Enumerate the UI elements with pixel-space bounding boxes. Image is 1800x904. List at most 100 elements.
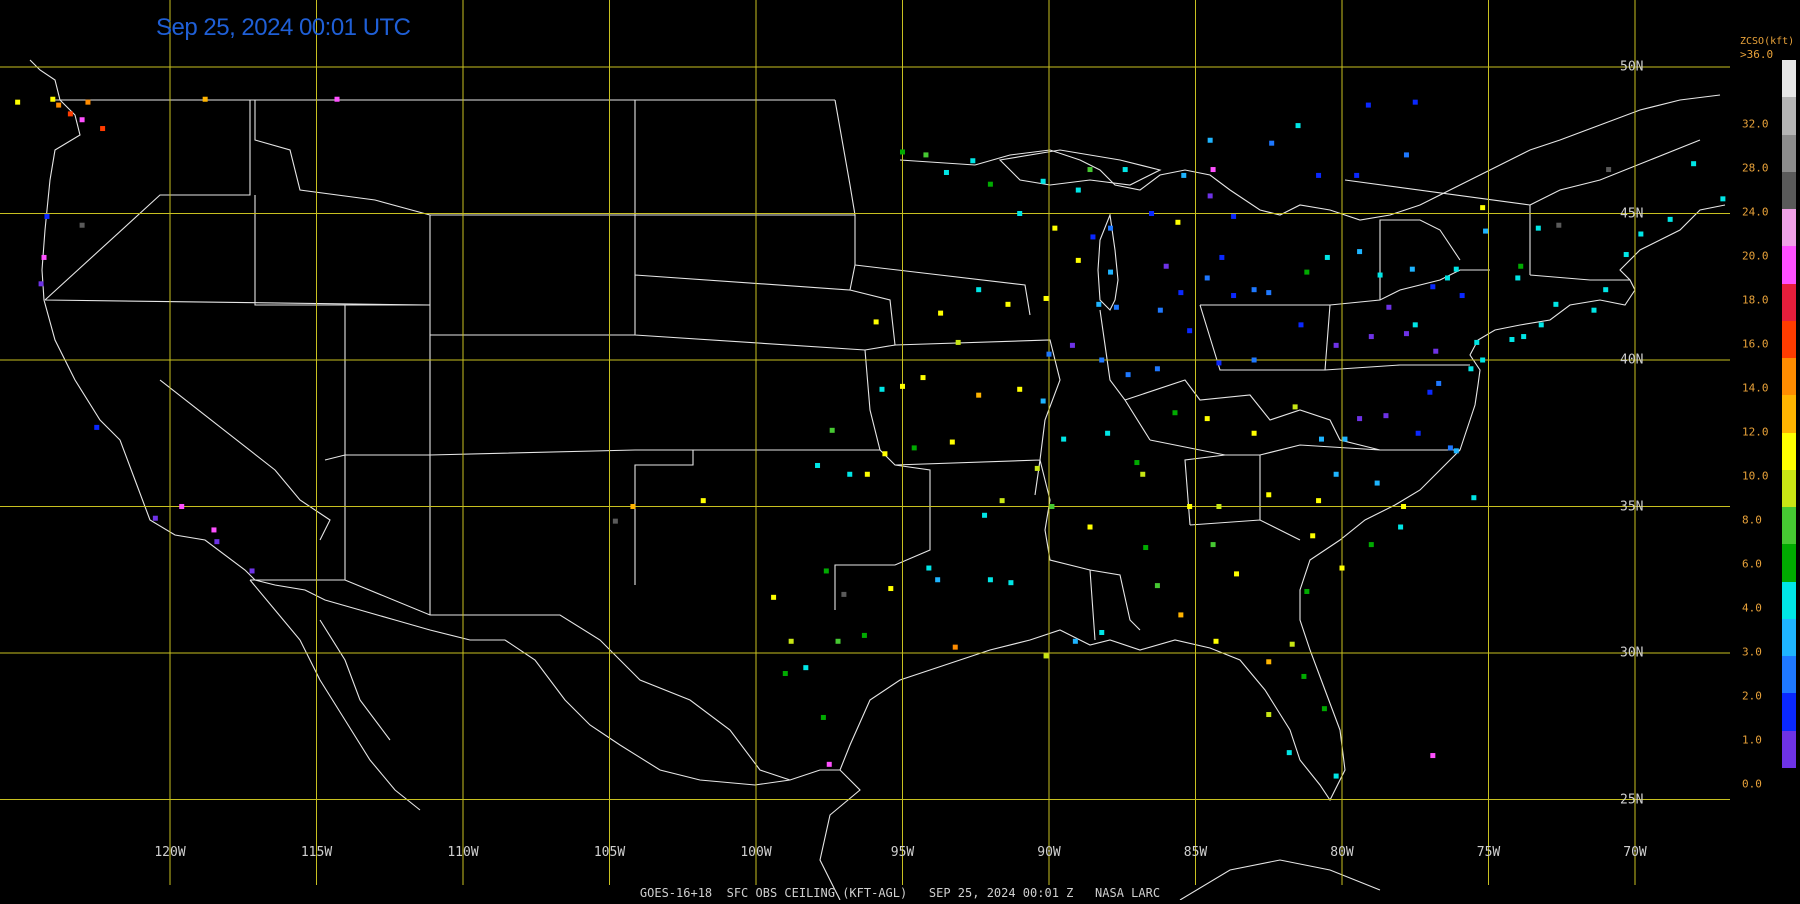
observation-marker — [1603, 287, 1609, 293]
longitude-label: 75W — [1476, 845, 1501, 860]
observation-marker — [1459, 293, 1465, 299]
observation-marker — [1178, 612, 1184, 618]
observation-marker — [1401, 504, 1407, 509]
observation-marker — [1333, 773, 1339, 779]
legend-color-segment — [1782, 618, 1796, 656]
observation-marker — [1310, 533, 1316, 539]
observation-marker — [41, 254, 47, 260]
observation-marker — [1216, 504, 1222, 509]
observation-marker — [782, 671, 788, 677]
observation-marker — [823, 568, 829, 574]
observation-marker — [1474, 339, 1480, 345]
observation-marker — [1444, 275, 1450, 281]
observation-marker — [1269, 140, 1275, 146]
observation-marker — [1412, 322, 1418, 328]
observation-marker — [920, 375, 926, 381]
observation-marker — [1143, 545, 1149, 551]
legend-tick-label: 6.0 — [1742, 557, 1762, 571]
observation-marker — [882, 451, 888, 457]
observation-marker — [1017, 211, 1023, 216]
gulf-coastline — [839, 204, 1726, 802]
observation-marker — [1720, 196, 1726, 202]
observation-marker — [987, 577, 993, 583]
lake-michigan — [1097, 212, 1119, 311]
observation-marker — [873, 319, 879, 325]
state-borders — [44, 99, 1630, 641]
observation-marker — [1231, 293, 1237, 299]
map-stage: Sep 25, 2024 00:01 UTC 120W 115W 110W 105W 1… — [0, 0, 1800, 901]
legend-tick-label: 20.0 — [1742, 249, 1769, 263]
observation-marker — [943, 169, 949, 175]
observation-marker — [1383, 413, 1389, 419]
ceiling-observations — [15, 96, 1726, 779]
observation-marker — [1231, 213, 1237, 219]
observation-marker — [1008, 580, 1014, 586]
observation-marker — [864, 471, 870, 477]
observation-marker — [879, 386, 885, 392]
observation-marker — [1368, 334, 1374, 340]
observation-marker — [38, 281, 44, 287]
observation-marker — [1157, 307, 1163, 313]
observation-marker — [803, 665, 809, 671]
observation-marker — [1377, 272, 1383, 278]
observation-marker — [999, 498, 1005, 504]
observation-marker — [334, 96, 340, 102]
legend-title: ZCSO(kft) — [1740, 36, 1795, 47]
legend-tick-label: 24.0 — [1742, 205, 1769, 219]
observation-marker — [1075, 257, 1081, 263]
observation-marker — [1090, 234, 1096, 240]
observation-marker — [952, 644, 958, 650]
observation-marker — [1538, 322, 1544, 328]
observation-marker — [1125, 372, 1131, 378]
legend-color-segment — [1782, 507, 1796, 545]
observation-marker — [829, 427, 835, 433]
ceiling-map — [0, 0, 1730, 901]
observation-marker — [1096, 301, 1102, 307]
observation-marker — [949, 439, 955, 445]
observation-marker — [1234, 571, 1240, 577]
observation-marker — [1108, 225, 1114, 231]
observation-marker — [861, 632, 867, 638]
observation-marker — [1430, 753, 1436, 759]
observation-marker — [1175, 219, 1181, 225]
observation-marker — [15, 99, 21, 105]
observation-marker — [1043, 653, 1049, 659]
legend-color-segment — [1782, 171, 1796, 209]
observation-marker — [1187, 328, 1193, 334]
legend-color-segment — [1782, 60, 1796, 98]
observation-marker — [1207, 137, 1213, 143]
observation-marker — [1181, 172, 1187, 178]
observation-marker — [1398, 524, 1404, 530]
observation-marker — [1471, 495, 1477, 501]
observation-marker — [1049, 504, 1055, 509]
observation-marker — [1040, 398, 1046, 404]
observation-marker — [1099, 629, 1105, 635]
observation-marker — [923, 152, 929, 158]
observation-marker — [771, 594, 777, 600]
legend-tick-label: 10.0 — [1742, 469, 1769, 483]
observation-marker — [1075, 187, 1081, 193]
observation-marker — [700, 498, 706, 504]
observation-marker — [1318, 436, 1324, 442]
observation-marker — [1412, 99, 1418, 105]
observation-marker — [987, 181, 993, 187]
observation-marker — [976, 287, 982, 293]
observation-marker — [938, 310, 944, 316]
legend-tick-label: 4.0 — [1742, 601, 1762, 615]
lat-lon-grid — [0, 0, 1730, 885]
observation-marker — [1017, 386, 1023, 392]
observation-marker — [1266, 712, 1272, 718]
observation-marker — [100, 126, 106, 132]
observation-marker — [1213, 638, 1219, 644]
observation-marker — [1324, 254, 1330, 260]
observation-marker — [1403, 331, 1409, 337]
legend-tick-label: 28.0 — [1742, 161, 1769, 175]
observation-marker — [1483, 228, 1489, 234]
observation-marker — [1535, 225, 1541, 231]
legend-color-segment — [1782, 320, 1796, 358]
observation-marker — [1386, 304, 1392, 310]
observation-marker — [1251, 430, 1257, 436]
longitude-label: 105W — [593, 845, 626, 860]
observation-marker — [1072, 638, 1078, 644]
observation-marker — [788, 638, 794, 644]
